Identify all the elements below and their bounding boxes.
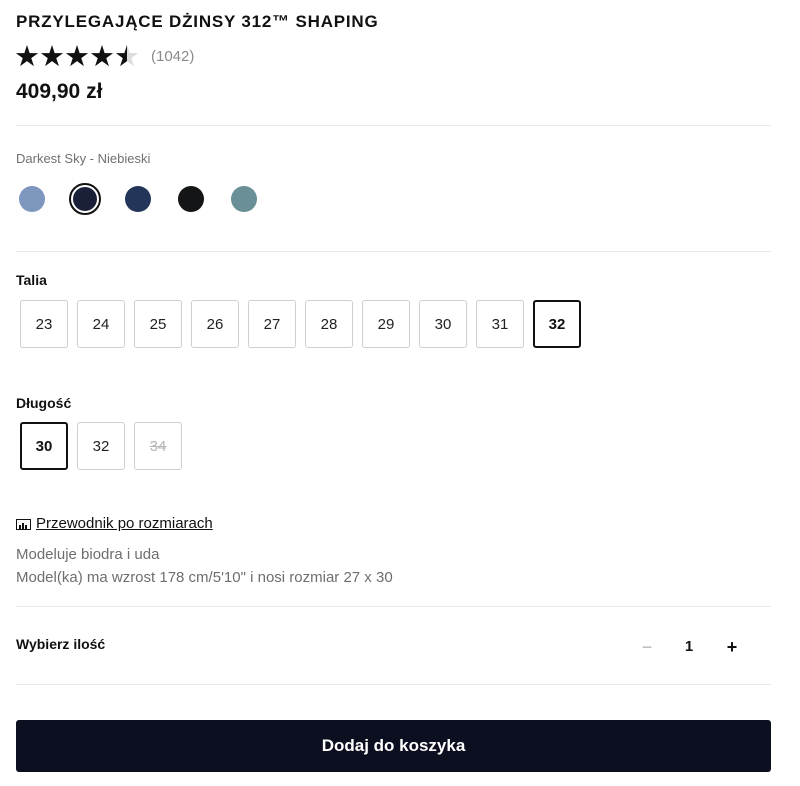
color-swatch[interactable]	[16, 183, 48, 215]
fit-description: Modeluje biodra i uda	[16, 546, 160, 563]
quantity-label: Wybierz ilość	[16, 636, 106, 652]
rating-stars: ★★★★★ ★★★★★	[14, 42, 140, 71]
divider	[16, 684, 771, 685]
color-swatch-dot	[73, 187, 97, 211]
color-swatch-dot	[178, 186, 204, 212]
color-swatch-dot	[231, 186, 257, 212]
color-swatch[interactable]	[69, 183, 101, 215]
waist-size-23[interactable]: 23	[20, 300, 68, 348]
waist-size-30[interactable]: 30	[419, 300, 467, 348]
rating[interactable]: ★★★★★ ★★★★★ (1042)	[14, 42, 194, 71]
color-swatch[interactable]	[122, 183, 154, 215]
waist-label: Talia	[16, 272, 47, 288]
waist-size-29[interactable]: 29	[362, 300, 410, 348]
length-label: Długość	[16, 395, 72, 411]
color-swatch[interactable]	[228, 183, 260, 215]
waist-size-28[interactable]: 28	[305, 300, 353, 348]
quantity-increase-button[interactable]: +	[721, 635, 743, 659]
star-filled-icons: ★★★★★	[14, 42, 127, 70]
divider	[16, 606, 771, 607]
waist-size-32[interactable]: 32	[533, 300, 581, 348]
color-swatch[interactable]	[175, 183, 207, 215]
color-swatches	[16, 183, 281, 215]
length-size-34[interactable]: 34	[134, 422, 182, 470]
ruler-icon	[16, 519, 31, 530]
waist-size-31[interactable]: 31	[476, 300, 524, 348]
divider	[16, 125, 771, 126]
color-swatch-dot	[19, 186, 45, 212]
quantity-decrease-button[interactable]: −	[636, 635, 658, 659]
size-guide-label[interactable]: Przewodnik po rozmiarach	[36, 515, 213, 532]
waist-size-27[interactable]: 27	[248, 300, 296, 348]
size-guide-link[interactable]: Przewodnik po rozmiarach	[16, 515, 213, 532]
divider	[16, 251, 771, 252]
review-count[interactable]: (1042)	[151, 48, 194, 65]
length-size-30[interactable]: 30	[20, 422, 68, 470]
product-title: PRZYLEGAJĄCE DŻINSY 312™ SHAPING	[16, 12, 379, 31]
product-price: 409,90 zł	[16, 80, 103, 103]
quantity-value: 1	[684, 638, 694, 655]
waist-size-26[interactable]: 26	[191, 300, 239, 348]
waist-size-24[interactable]: 24	[77, 300, 125, 348]
length-size-32[interactable]: 32	[77, 422, 125, 470]
waist-size-options: 23 24 25 26 27 28 29 30 31 32	[20, 300, 590, 348]
add-to-cart-button[interactable]: Dodaj do koszyka	[16, 720, 771, 772]
length-size-options: 30 32 34	[20, 422, 191, 470]
waist-size-25[interactable]: 25	[134, 300, 182, 348]
selected-color-name: Darkest Sky - Niebieski	[16, 151, 151, 166]
color-swatch-dot	[125, 186, 151, 212]
model-description: Model(ka) ma wzrost 178 cm/5'10" i nosi …	[16, 569, 393, 586]
